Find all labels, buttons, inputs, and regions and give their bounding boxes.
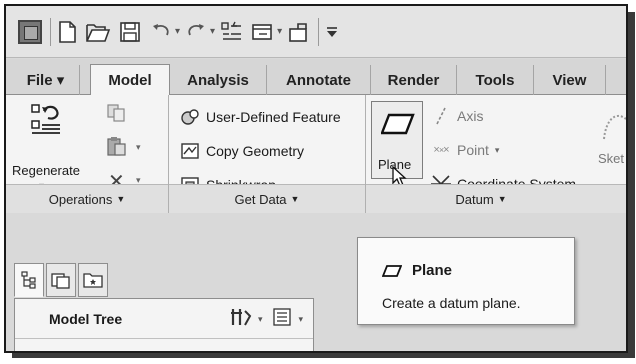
screenshot-frame: ▾ ▾ ▾ File ▾ Model Analysis Annotate Ren… bbox=[0, 0, 636, 364]
settings-dropdown-icon[interactable]: ▾ bbox=[258, 314, 263, 325]
folder-browser-tab[interactable] bbox=[46, 263, 76, 297]
operations-group-label-text: Operations bbox=[48, 191, 113, 207]
favorites-tab[interactable] bbox=[78, 263, 108, 297]
sketch-button[interactable]: Sket bbox=[596, 95, 626, 184]
undo-dropdown-icon[interactable]: ▾ bbox=[175, 26, 180, 37]
new-icon[interactable] bbox=[57, 17, 77, 47]
plane-icon bbox=[380, 112, 415, 141]
plane-icon bbox=[382, 264, 402, 278]
chevron-down-icon: ▼ bbox=[497, 194, 507, 204]
open-icon[interactable] bbox=[85, 17, 111, 47]
tooltip-title: Plane bbox=[382, 262, 452, 279]
paste-icon[interactable] bbox=[106, 135, 128, 162]
user-defined-feature-button[interactable]: User-Defined Feature bbox=[179, 107, 341, 127]
ribbon-lower-strip bbox=[596, 184, 626, 213]
regenerate-icon[interactable] bbox=[221, 17, 243, 47]
copy-geometry-label: Copy Geometry bbox=[206, 143, 305, 159]
show-dropdown-icon[interactable]: ▾ bbox=[298, 314, 303, 325]
point-icon: × × × bbox=[433, 144, 449, 156]
user-defined-feature-label: User-Defined Feature bbox=[206, 109, 341, 125]
datum-group: Plane Axis × × × Point ▾ Datum ▼ bbox=[366, 95, 596, 213]
chevron-down-icon: ▼ bbox=[290, 194, 300, 204]
redo-icon[interactable] bbox=[186, 17, 206, 47]
windows-dropdown-icon[interactable]: ▾ bbox=[277, 26, 282, 37]
sketch-label: Sket bbox=[598, 151, 625, 166]
toolbar-separator bbox=[318, 17, 320, 46]
ribbon-tab-bar: File ▾ Model Analysis Annotate Render To… bbox=[6, 59, 626, 96]
app-icon[interactable] bbox=[18, 17, 42, 47]
operations-group: Regenerate ▾ ▾ ✕ ▾ Operations ▼ bbox=[6, 95, 169, 213]
tab-view[interactable]: View bbox=[534, 65, 606, 95]
windows-icon[interactable] bbox=[251, 17, 273, 47]
regenerate-button[interactable]: Regenerate ▾ bbox=[12, 101, 80, 192]
model-tree-panel: Model Tree ▾ ▾ bbox=[14, 298, 314, 351]
datum-group-label[interactable]: Datum ▼ bbox=[366, 184, 596, 213]
quick-access-toolbar: ▾ ▾ ▾ bbox=[6, 6, 626, 58]
model-tree-tools: ▾ ▾ bbox=[230, 307, 303, 332]
point-dropdown-icon[interactable]: ▾ bbox=[495, 145, 500, 156]
close-window-icon[interactable] bbox=[288, 17, 310, 47]
tab-render[interactable]: Render bbox=[371, 65, 457, 95]
get-data-group: User-Defined Feature Copy Geometry Shrin… bbox=[169, 95, 366, 213]
chevron-down-icon: ▼ bbox=[116, 194, 126, 204]
axis-button[interactable]: Axis bbox=[430, 106, 483, 126]
axis-icon bbox=[430, 106, 452, 126]
tab-tools[interactable]: Tools bbox=[457, 65, 534, 95]
axis-label: Axis bbox=[457, 108, 484, 124]
copy-icon[interactable] bbox=[106, 103, 128, 128]
operations-group-label[interactable]: Operations ▼ bbox=[6, 184, 168, 213]
copy-geometry-icon bbox=[179, 141, 201, 161]
tab-annotate[interactable]: Annotate bbox=[267, 65, 371, 95]
app-window: ▾ ▾ ▾ File ▾ Model Analysis Annotate Ren… bbox=[4, 4, 628, 353]
undo-icon[interactable] bbox=[151, 17, 171, 47]
redo-dropdown-icon[interactable]: ▾ bbox=[210, 26, 215, 37]
paste-dropdown-icon[interactable]: ▾ bbox=[136, 142, 141, 153]
regenerate-label: Regenerate bbox=[12, 163, 80, 178]
ribbon-panel: Regenerate ▾ ▾ ✕ ▾ Operations ▼ bbox=[6, 95, 626, 213]
tab-model[interactable]: Model bbox=[90, 64, 170, 96]
plane-button[interactable]: Plane bbox=[371, 101, 423, 187]
point-label: Point bbox=[457, 142, 489, 158]
model-tree-tab[interactable] bbox=[14, 263, 44, 297]
frame-shadow-right bbox=[628, 12, 635, 357]
copy-geometry-button[interactable]: Copy Geometry bbox=[179, 141, 304, 161]
regenerate-icon bbox=[30, 103, 62, 142]
plane-tooltip: Plane Create a datum plane. bbox=[357, 237, 575, 325]
get-data-group-label-text: Get Data bbox=[234, 191, 287, 207]
customize-icon[interactable] bbox=[325, 17, 339, 47]
settings-icon[interactable] bbox=[230, 307, 252, 332]
user-defined-feature-icon bbox=[179, 107, 201, 127]
show-icon[interactable] bbox=[272, 307, 292, 332]
get-data-group-label[interactable]: Get Data ▼ bbox=[169, 184, 365, 213]
tooltip-title-text: Plane bbox=[412, 262, 453, 279]
tab-analysis[interactable]: Analysis bbox=[170, 65, 267, 95]
datum-group-label-text: Datum bbox=[455, 191, 494, 207]
sketch-icon bbox=[602, 109, 626, 148]
point-button[interactable]: × × × Point ▾ bbox=[430, 140, 499, 160]
navigator-tabs bbox=[14, 263, 110, 297]
tab-file[interactable]: File ▾ bbox=[12, 65, 80, 95]
tooltip-description: Create a datum plane. bbox=[382, 295, 521, 311]
save-icon[interactable] bbox=[119, 17, 141, 47]
model-tree-title: Model Tree bbox=[49, 310, 123, 327]
toolbar-separator bbox=[50, 17, 51, 46]
